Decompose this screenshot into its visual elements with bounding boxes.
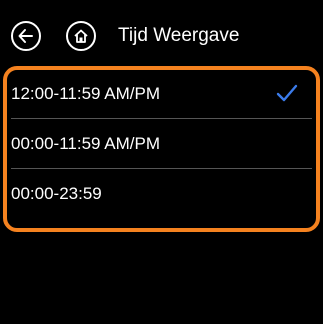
home-icon xyxy=(74,29,88,43)
page-title: Tijd Weergave xyxy=(118,25,240,46)
option-label: 12:00-11:59 AM/PM xyxy=(11,83,160,103)
option-label: 00:00-23:59 xyxy=(11,184,102,203)
checkmark-icon xyxy=(276,84,298,102)
option-24h[interactable]: 00:00-23:59 xyxy=(11,169,312,219)
option-label: 00:00-11:59 AM/PM xyxy=(11,133,160,153)
header-bar: Tijd Weergave xyxy=(0,0,323,66)
option-12h-ampm[interactable]: 12:00-11:59 AM/PM xyxy=(11,69,312,119)
back-arrow-icon xyxy=(18,29,33,43)
option-00-11-ampm[interactable]: 00:00-11:59 AM/PM xyxy=(11,119,312,169)
back-button[interactable] xyxy=(11,21,41,51)
time-format-list: 12:00-11:59 AM/PM 00:00-11:59 AM/PM 00:0… xyxy=(11,69,312,219)
home-button[interactable] xyxy=(66,21,96,51)
